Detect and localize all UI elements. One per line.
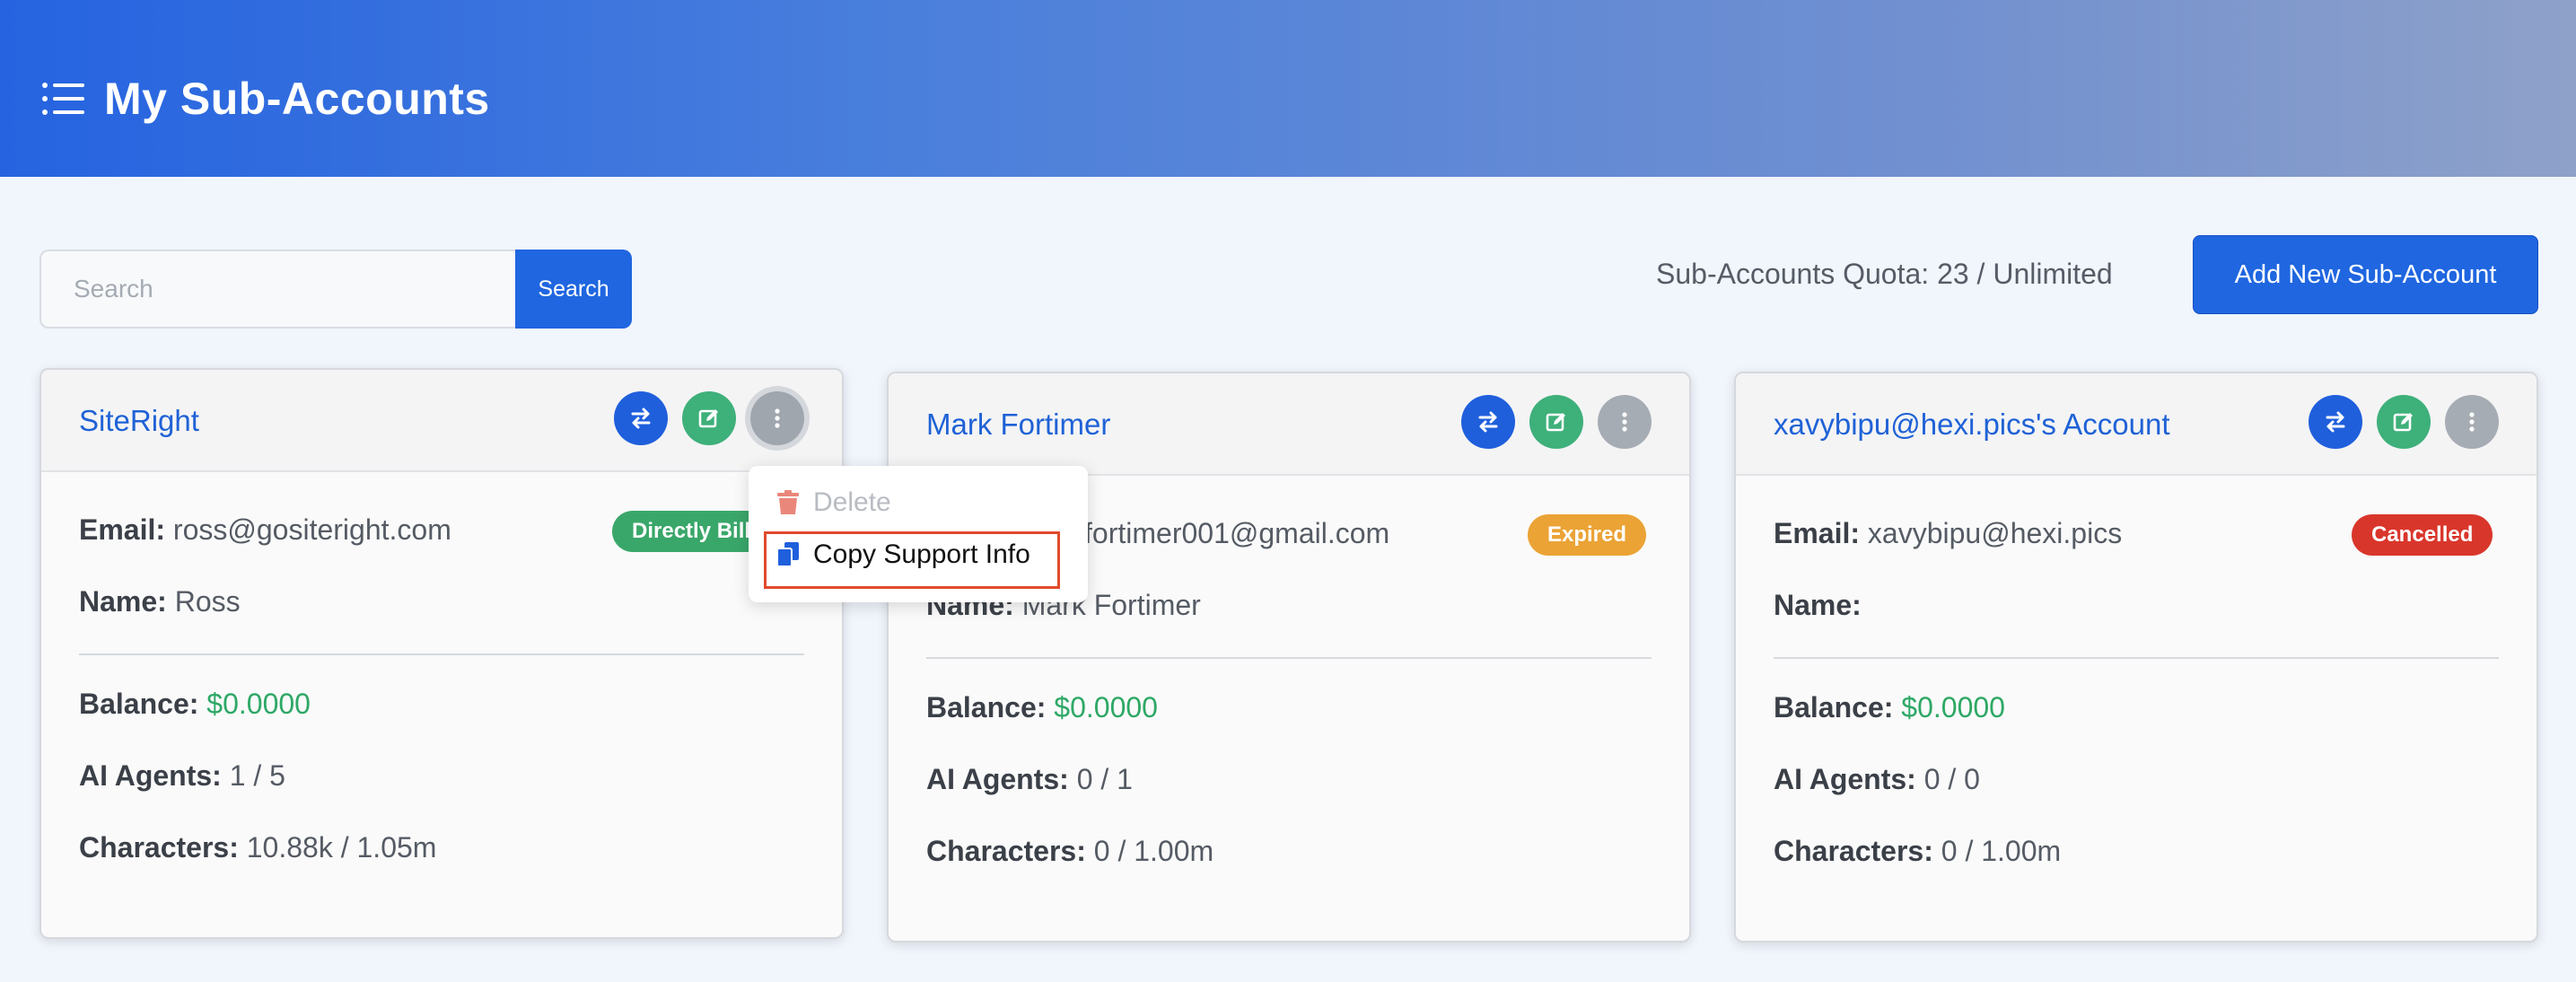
add-sub-account-button[interactable]: Add New Sub-Account (2193, 235, 2538, 314)
vertical-dots-icon (1622, 412, 1627, 432)
email-row: Email: xavybipu@hexi.pics (1774, 517, 2122, 550)
ai-agents-label: AI Agents: (1774, 763, 1916, 795)
name-row: Name: (1774, 589, 1862, 622)
dropdown-item-label: Delete (813, 487, 891, 517)
characters-value: 0 / 1.00m (1941, 835, 2062, 867)
page-header: My Sub-Accounts (0, 0, 2576, 177)
status-badge: Expired (1528, 514, 1647, 556)
trash-icon (777, 490, 799, 514)
more-options-dropdown: Delete Copy Support Info (749, 466, 1088, 602)
email-value: xavybipu@hexi.pics (1867, 517, 2123, 549)
vertical-dots-icon (2469, 412, 2475, 432)
characters-label: Characters: (926, 835, 1086, 867)
name-label: Name: (79, 585, 167, 618)
ai-agents-label: AI Agents: (79, 759, 222, 792)
search-input[interactable] (39, 250, 515, 329)
email-label: Email: (1774, 517, 1861, 549)
dropdown-item-copy-support-info[interactable]: Copy Support Info (775, 539, 1030, 570)
page-title: My Sub-Accounts (104, 74, 490, 124)
characters-row: Characters: 0 / 1.00m (926, 835, 1214, 868)
balance-value: $0.0000 (206, 688, 311, 720)
email-value: ross@gositeright.com (172, 513, 451, 546)
balance-value: $0.0000 (1054, 691, 1158, 723)
more-options-button[interactable] (1598, 395, 1652, 449)
card-header: SiteRight (41, 370, 842, 472)
edit-button[interactable] (682, 391, 736, 445)
balance-label: Balance: (1774, 691, 1894, 723)
switch-icon (2326, 411, 2345, 433)
characters-value: 10.88k / 1.05m (246, 831, 437, 864)
header-title-group: My Sub-Accounts (41, 70, 490, 127)
sub-account-card: Mark Fortimer Email: markfortimer001@gma… (887, 372, 1691, 943)
divider (79, 653, 804, 655)
characters-value: 0 / 1.00m (1093, 835, 1214, 867)
card-title[interactable]: xavybipu@hexi.pics's Account (1774, 373, 2170, 476)
balance-row: Balance: $0.0000 (926, 691, 1158, 724)
ai-agents-label: AI Agents: (926, 763, 1069, 795)
status-badge: Cancelled (2352, 514, 2493, 556)
ai-agents-value: 0 / 0 (1923, 763, 1980, 795)
edit-icon (698, 409, 718, 428)
card-title[interactable]: Mark Fortimer (926, 373, 1110, 476)
switch-icon (1478, 411, 1498, 433)
switch-account-button[interactable] (1461, 395, 1515, 449)
card-header: xavybipu@hexi.pics's Account (1736, 373, 2537, 476)
name-label: Name: (1774, 589, 1862, 621)
characters-label: Characters: (79, 831, 239, 864)
switch-icon (631, 408, 651, 429)
copy-icon (776, 542, 799, 567)
quota-text: Sub-Accounts Quota: 23 / Unlimited (1656, 258, 2113, 290)
dropdown-item-delete[interactable]: Delete (775, 487, 891, 518)
edit-button[interactable] (2377, 395, 2431, 449)
search-bar: Search (39, 250, 632, 329)
balance-row: Balance: $0.0000 (79, 688, 311, 721)
ai-agents-value: 1 / 5 (229, 759, 285, 792)
sub-account-card: xavybipu@hexi.pics's Account Email: xavy… (1734, 372, 2538, 943)
balance-label: Balance: (926, 691, 1047, 723)
balance-row: Balance: $0.0000 (1774, 691, 2005, 724)
ai-agents-row: AI Agents: 0 / 1 (926, 763, 1133, 796)
characters-row: Characters: 10.88k / 1.05m (79, 831, 436, 864)
sub-account-card: SiteRight Email: ross@gositeright.com Di… (39, 368, 844, 939)
email-row: Email: ross@gositeright.com (79, 513, 451, 547)
edit-button[interactable] (1529, 395, 1583, 449)
more-options-button[interactable] (750, 391, 804, 445)
more-options-button[interactable] (2445, 395, 2499, 449)
divider (926, 657, 1652, 659)
ai-agents-row: AI Agents: 1 / 5 (79, 759, 285, 793)
card-title[interactable]: SiteRight (79, 370, 199, 472)
balance-value: $0.0000 (1901, 691, 2005, 723)
divider (1774, 657, 2499, 659)
edit-icon (1546, 413, 1565, 432)
switch-account-button[interactable] (614, 391, 668, 445)
name-value: Ross (174, 585, 241, 618)
name-row: Name: Ross (79, 585, 241, 618)
ai-agents-row: AI Agents: 0 / 0 (1774, 763, 1980, 796)
dropdown-item-label: Copy Support Info (813, 539, 1030, 569)
edit-icon (2393, 413, 2413, 432)
characters-row: Characters: 0 / 1.00m (1774, 835, 2061, 868)
balance-label: Balance: (79, 688, 199, 720)
email-label: Email: (79, 513, 166, 546)
search-button[interactable]: Search (515, 250, 632, 329)
ai-agents-value: 0 / 1 (1076, 763, 1133, 795)
switch-account-button[interactable] (2309, 395, 2362, 449)
card-header: Mark Fortimer (889, 373, 1689, 476)
list-icon[interactable] (41, 81, 84, 117)
characters-label: Characters: (1774, 835, 1933, 867)
vertical-dots-icon (775, 408, 780, 428)
